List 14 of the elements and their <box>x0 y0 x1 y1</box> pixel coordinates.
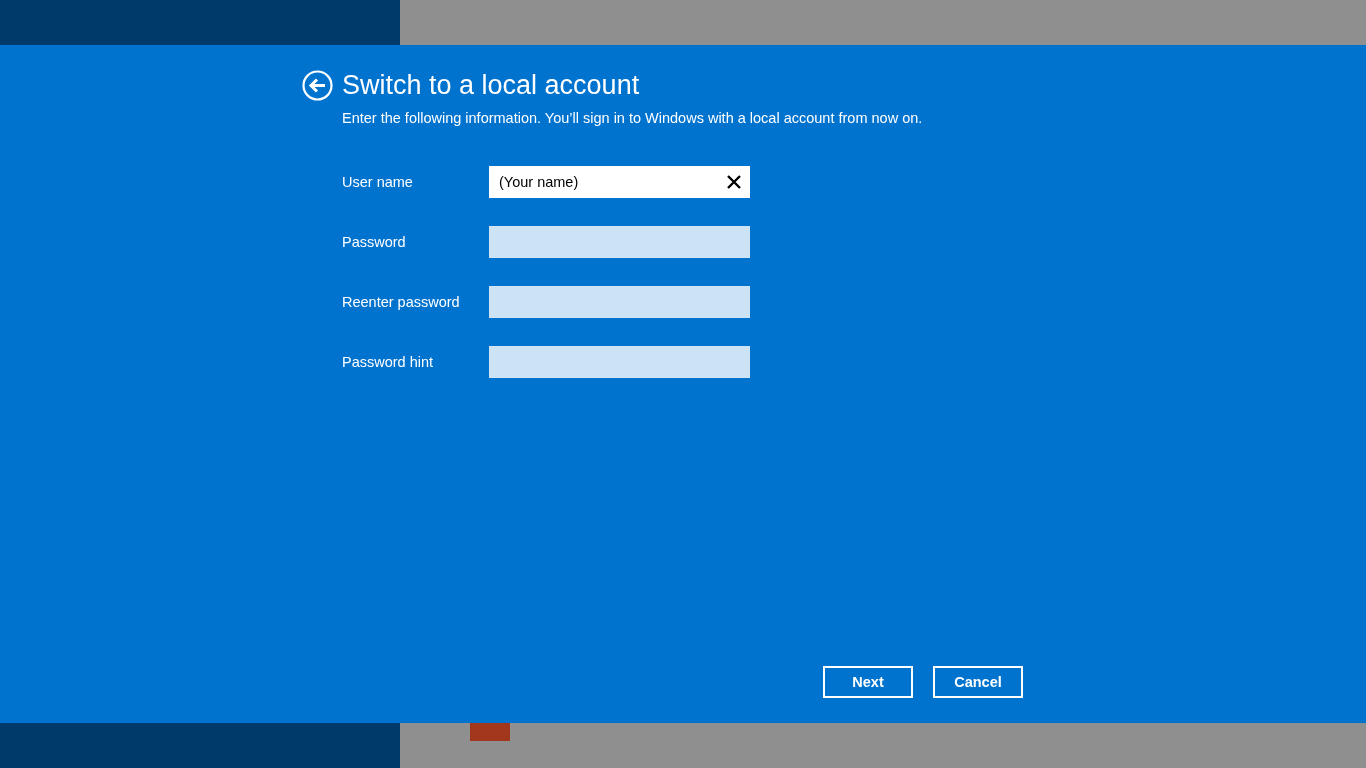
dialog-button[interactable]: Cancel <box>933 666 1023 698</box>
dialog-button[interactable]: Next <box>823 666 913 698</box>
input-field[interactable] <box>489 286 750 318</box>
input-field[interactable] <box>489 346 750 378</box>
field-label: Password hint <box>342 354 435 370</box>
field-label: User name <box>342 174 414 190</box>
dialog-description: Enter the following information. You’ll sign in to Windows with a local account from now on. <box>342 110 924 126</box>
close-icon[interactable] <box>727 175 741 189</box>
app-tile <box>470 723 510 741</box>
field-label: Reenter password <box>342 294 461 310</box>
dialog-title: Switch to a local account <box>342 69 640 102</box>
input-field[interactable]: (Your name) <box>489 166 750 198</box>
input-field[interactable] <box>489 226 750 258</box>
field-label: Password <box>342 234 407 250</box>
